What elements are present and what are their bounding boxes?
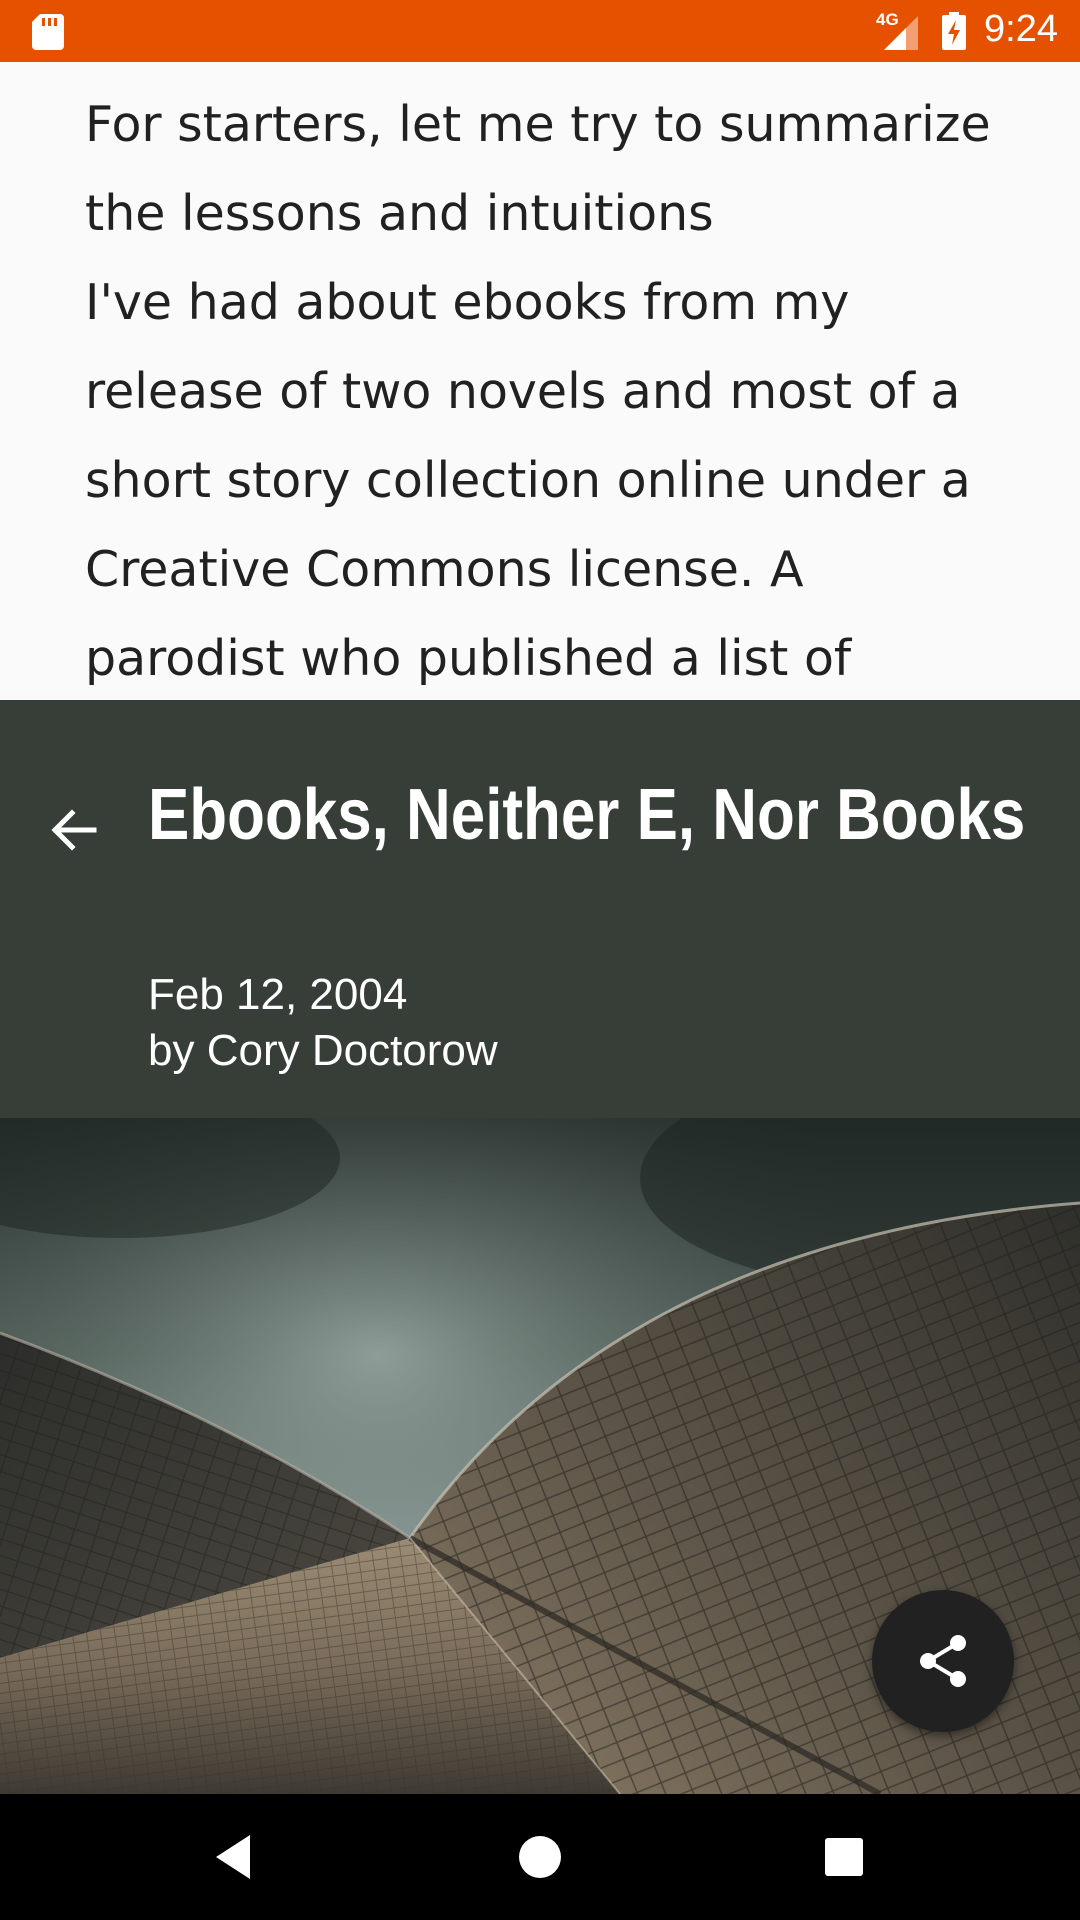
recents-square-icon (825, 1838, 863, 1876)
body-line: parodist who published a list of (85, 630, 852, 687)
article-body: For starters, let me try to summarize th… (85, 62, 1015, 700)
back-arrow-icon[interactable] (44, 800, 104, 860)
share-icon (920, 1635, 966, 1687)
status-bar: 4G 9:24 (0, 0, 1080, 62)
article-date: Feb 12, 2004 (148, 970, 408, 1019)
article-author: by Cory Doctorow (148, 1026, 498, 1075)
body-line: Creative Commons license. A (85, 541, 804, 598)
body-line: release of two novels and most of a (85, 363, 961, 420)
battery-charging-icon (942, 12, 966, 50)
signal-icon (884, 16, 918, 50)
body-line: I've had about ebooks from my (85, 274, 850, 331)
body-line: the lessons and intuitions (85, 185, 714, 242)
body-line: For starters, let me try to summarize (85, 96, 991, 153)
back-triangle-icon (216, 1835, 250, 1879)
home-circle-icon (519, 1836, 561, 1878)
clock: 9:24 (984, 8, 1058, 50)
article-title: Ebooks, Neither E, Nor Books (148, 775, 1026, 855)
sd-card-icon (32, 14, 64, 50)
navigation-bar (0, 1794, 1080, 1920)
share-button[interactable] (872, 1590, 1014, 1732)
nav-back-button[interactable] (176, 1794, 296, 1920)
nav-home-button[interactable] (480, 1794, 600, 1920)
body-line: short story collection online under a (85, 452, 971, 509)
nav-recents-button[interactable] (784, 1794, 904, 1920)
